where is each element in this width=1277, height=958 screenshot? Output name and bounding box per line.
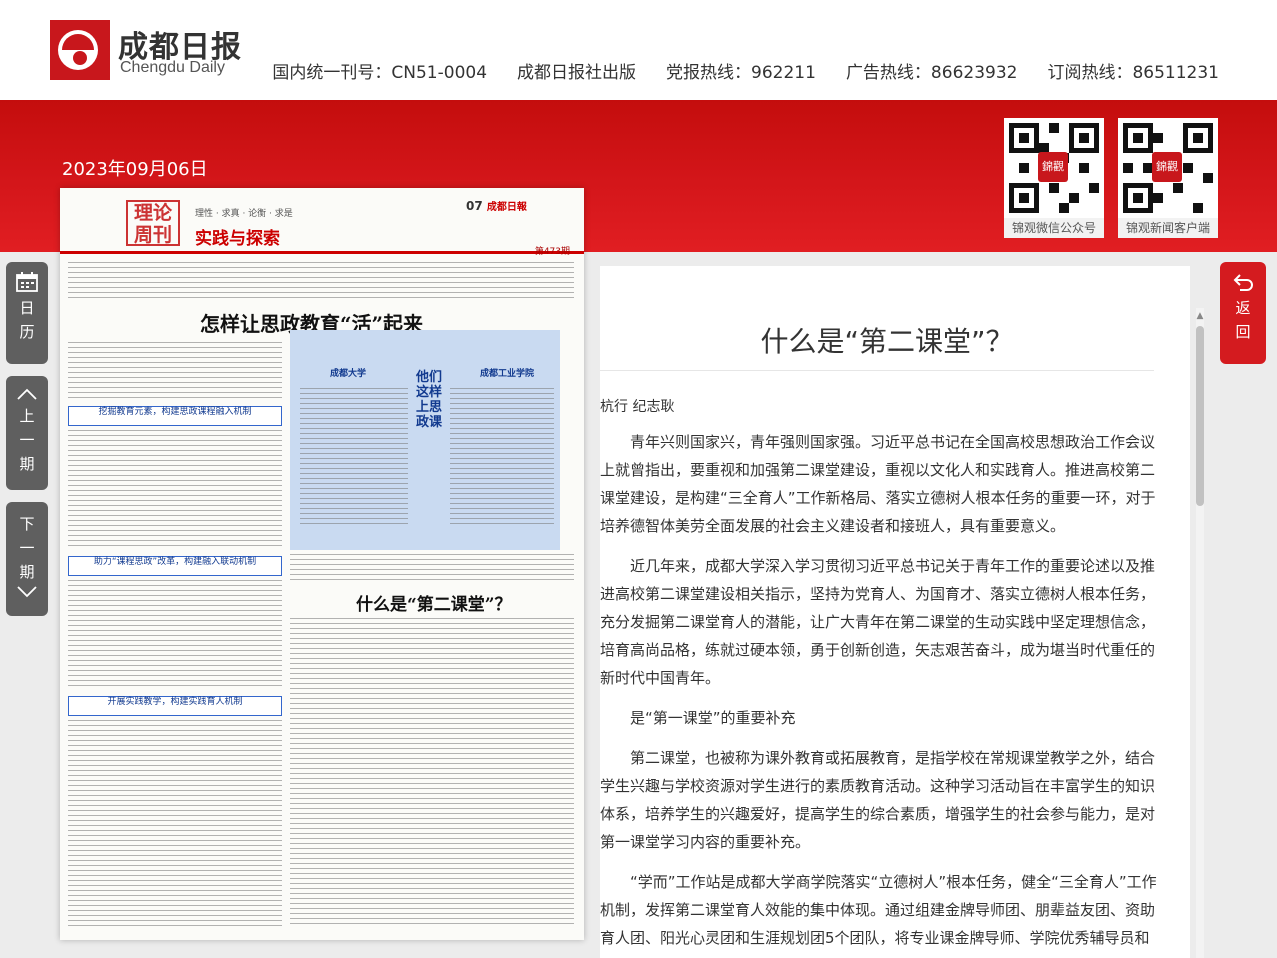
article-paragraph: 近几年来，成都大学深入学习贯彻习近平总书记关于青年工作的重要论述以及推进高校第二…	[600, 557, 1156, 687]
qr-caption: 锦观微信公众号	[1004, 218, 1104, 238]
wechat-qr[interactable]: 錦觀 锦观微信公众号	[1004, 118, 1104, 238]
newspaper-tags: 理性 · 求真 · 论衡 · 求是	[195, 209, 293, 219]
article-panel: 什么是“第二课堂”？ 杭行 纪志耿 青年兴则国家兴，青年强则国家强。习近平总书记…	[600, 266, 1190, 958]
page-brand: 成都日報	[486, 202, 527, 213]
text-block	[290, 554, 574, 584]
subhead-text: 助力“课程思政”改革，构建融入联动机制	[93, 557, 257, 567]
text-block	[450, 388, 554, 528]
subhead-text: 开展实践教学，构建实践育人机制	[107, 697, 243, 707]
text-block	[68, 262, 574, 298]
article-author: 杭行 纪志耿	[600, 399, 675, 415]
publisher: 成都日报社出版	[517, 63, 637, 83]
newspaper-section-title: 实践与探索	[195, 229, 280, 249]
newspaper-masthead: 理论周刊 理性 · 求真 · 论衡 · 求是 实践与探索 07 成都日報 第47…	[60, 188, 584, 257]
chevron-up-icon	[17, 388, 37, 400]
calendar-label: 日	[19, 299, 35, 317]
calendar-icon	[16, 272, 38, 292]
next-label: 一	[19, 539, 35, 557]
text-block	[300, 388, 408, 528]
previous-label: 一	[19, 431, 35, 449]
text-block	[290, 618, 574, 928]
qr-badge: 錦觀	[1152, 152, 1182, 182]
app-qr[interactable]: 錦觀 锦观新闻客户端	[1118, 118, 1218, 238]
issn-number: 国内统一刊号：CN51-0004	[272, 63, 488, 83]
article-title: 什么是“第二课堂”？	[760, 325, 1014, 358]
title-divider	[600, 370, 1154, 371]
scroll-up-icon[interactable]: ▲	[1194, 310, 1206, 322]
newspaper-subhead: 开展实践教学，构建实践育人机制	[68, 696, 282, 716]
back-label: 返	[1235, 299, 1251, 317]
newspaper-page-image[interactable]: 理论周刊 理性 · 求真 · 论衡 · 求是 实践与探索 07 成都日報 第47…	[60, 188, 584, 940]
text-block	[68, 430, 282, 550]
qr-caption: 锦观新闻客户端	[1118, 218, 1218, 238]
header-info-bar: 国内统一刊号：CN51-0004 成都日报社出版 党报热线：962211 广告热…	[272, 58, 1219, 83]
feature-col2-title: 成都工业学院	[480, 369, 535, 379]
article-paragraph: 第二课堂，也被称为课外教育或拓展教育，是指学校在常规课堂教学之外，结合学生兴趣与…	[600, 749, 1156, 851]
calendar-button[interactable]: 日 历	[6, 262, 48, 364]
previous-label: 上	[19, 407, 35, 425]
article-paragraph: “学而”工作站是成都大学商学院落实“立德树人”根本任务，健全“三全育人”工作机制…	[600, 873, 1157, 958]
chevron-down-icon	[17, 586, 37, 598]
return-arrow-icon	[1233, 274, 1253, 291]
qr-badge: 錦觀	[1038, 152, 1068, 182]
newspaper-subhead: 挖掘教育元素，构建思政课程融入机制	[68, 406, 282, 426]
article-body: 青年兴则国家兴，青年强则国家强。习近平总书记在全国高校思想政治工作会议上就曾指出…	[600, 428, 1160, 958]
back-button[interactable]: 返 回	[1220, 262, 1266, 364]
site-header: 成都日报 Chengdu Daily 国内统一刊号：CN51-0004 成都日报…	[0, 0, 1277, 100]
text-block	[68, 580, 282, 690]
text-block	[68, 342, 282, 402]
subhead-text: 挖掘教育元素，构建思政课程融入机制	[98, 407, 252, 417]
article-subheading: 是“第一课堂”的重要补充	[630, 709, 796, 727]
article-scrollbar-thumb[interactable]	[1196, 326, 1204, 506]
feature-col1-title: 成都大学	[330, 369, 367, 379]
theory-weekly-logo: 理论周刊	[126, 200, 180, 246]
text-block	[68, 720, 282, 930]
page-number: 07	[466, 199, 483, 213]
chengdu-daily-logo-icon	[50, 20, 110, 80]
party-hotline: 党报热线：962211	[666, 63, 816, 83]
newspaper-headline-secondary: 什么是“第二课堂”？	[356, 595, 512, 615]
issue-date: 2023年09月06日	[62, 159, 208, 180]
ad-hotline: 广告热线：86623932	[845, 63, 1018, 83]
qr-code-icon: 錦觀	[1004, 118, 1104, 218]
article-paragraph: 青年兴则国家兴，青年强则国家强。习近平总书记在全国高校思想政治工作会议上就曾指出…	[600, 433, 1156, 535]
newspaper-page-number: 07 成都日報	[466, 198, 527, 213]
subscription-hotline: 订阅热线：86511231	[1047, 63, 1219, 83]
qr-code-icon: 錦觀	[1118, 118, 1218, 218]
newspaper-subhead: 助力“课程思政”改革，构建融入联动机制	[68, 556, 282, 576]
previous-issue-button[interactable]: 上 一 期	[6, 376, 48, 490]
previous-label: 期	[19, 455, 35, 473]
next-label: 期	[19, 563, 35, 581]
feature-vertical-title: 他们这样上思政课	[416, 370, 443, 430]
brand-english-name: Chengdu Daily	[120, 59, 225, 76]
calendar-label: 历	[19, 323, 35, 341]
next-label: 下	[19, 515, 35, 533]
back-label: 回	[1235, 323, 1251, 341]
newspaper-issue: 第473期	[534, 247, 570, 257]
next-issue-button[interactable]: 下 一 期	[6, 502, 48, 616]
